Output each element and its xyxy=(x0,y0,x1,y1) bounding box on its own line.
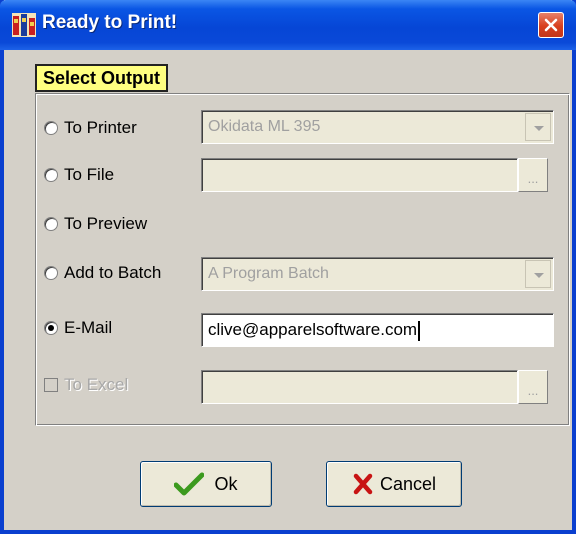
add-to-batch-label: Add to Batch xyxy=(64,263,162,282)
radio-to-printer[interactable]: To Printer xyxy=(44,117,137,139)
x-icon xyxy=(352,473,374,495)
to-preview-label: To Preview xyxy=(64,214,148,233)
checkbox[interactable] xyxy=(44,378,58,392)
chevron-down-icon[interactable] xyxy=(525,113,551,141)
printer-value: Okidata ML 395 xyxy=(208,118,321,135)
browse-excel-button[interactable]: ... xyxy=(518,370,548,404)
email-label: E-Mail xyxy=(64,318,113,337)
printer-select[interactable]: Okidata ML 395 xyxy=(201,110,554,144)
print-dialog: Ready to Print! Select Output To Printer… xyxy=(0,0,576,534)
email-input[interactable]: clive@apparelsoftware.com xyxy=(201,313,554,347)
radio-button[interactable] xyxy=(44,217,58,231)
batch-value: A Program Batch xyxy=(208,265,329,282)
to-file-label: To File xyxy=(64,165,115,184)
cancel-label: Cancel xyxy=(379,473,437,494)
batch-select[interactable]: A Program Batch xyxy=(201,257,554,291)
cancel-button[interactable]: Cancel xyxy=(326,461,462,507)
title-bar[interactable]: Ready to Print! xyxy=(0,0,576,50)
close-icon xyxy=(544,18,558,32)
ok-label: Ok xyxy=(214,473,238,494)
radio-button[interactable] xyxy=(44,266,58,280)
file-path-input[interactable] xyxy=(201,158,518,192)
radio-to-file[interactable]: To File xyxy=(44,164,114,186)
radio-button[interactable] xyxy=(44,168,58,182)
select-output-label: Select Output xyxy=(35,64,169,92)
radio-button[interactable] xyxy=(44,121,58,135)
text-caret xyxy=(418,320,421,341)
radio-button-selected[interactable] xyxy=(44,321,58,335)
app-icon xyxy=(12,13,36,37)
browse-file-button[interactable]: ... xyxy=(518,158,548,192)
checkmark-icon xyxy=(174,472,205,496)
chevron-down-icon[interactable] xyxy=(525,260,551,288)
excel-path-input[interactable] xyxy=(201,370,518,404)
close-button[interactable] xyxy=(538,12,564,38)
radio-add-to-batch[interactable]: Add to Batch xyxy=(44,262,161,284)
checkbox-to-excel[interactable]: To Excel xyxy=(44,374,128,396)
window-title: Ready to Print! xyxy=(42,12,178,33)
radio-email[interactable]: E-Mail xyxy=(44,317,112,339)
to-excel-label: To Excel xyxy=(64,375,129,394)
email-value: clive@apparelsoftware.com xyxy=(208,320,418,339)
radio-to-preview[interactable]: To Preview xyxy=(44,213,147,235)
ok-button[interactable]: Ok xyxy=(140,461,272,507)
to-printer-label: To Printer xyxy=(64,118,137,137)
